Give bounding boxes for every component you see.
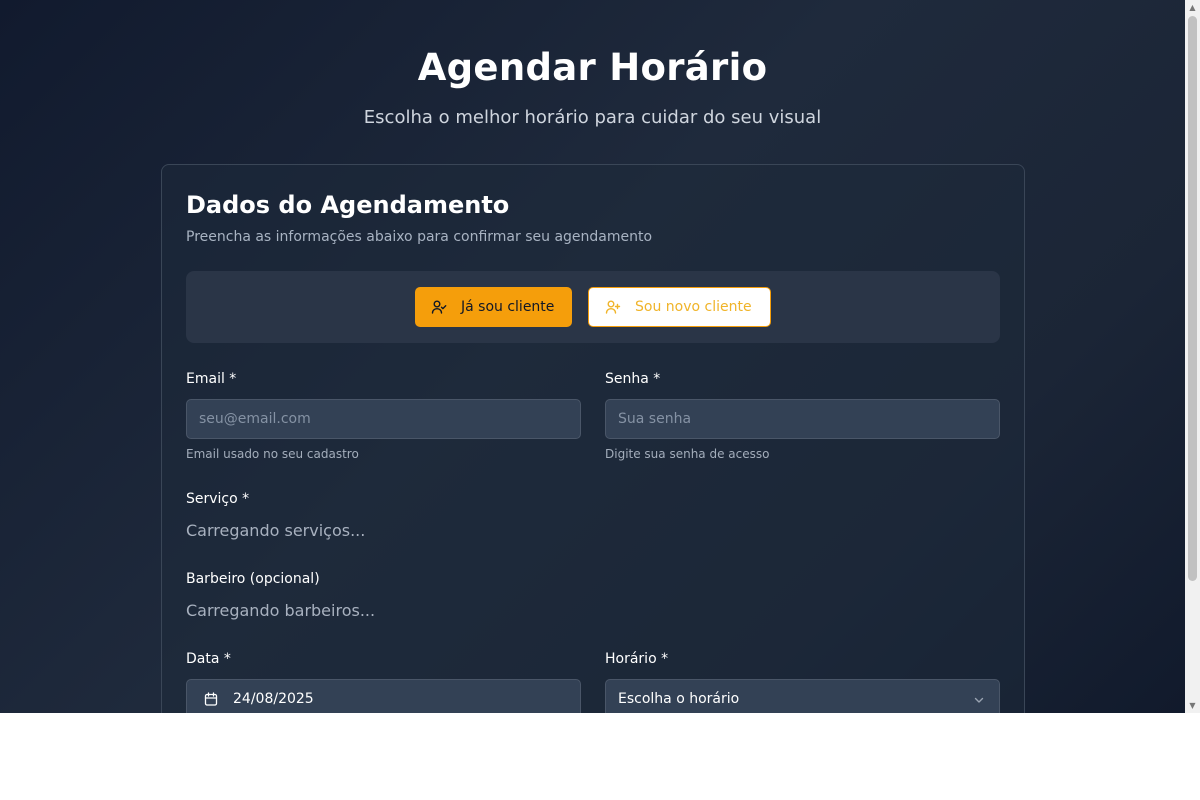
scrollbar-thumb[interactable]: [1188, 16, 1197, 581]
service-loading-text: Carregando serviços...: [186, 521, 366, 540]
time-label: Horário *: [605, 651, 669, 667]
email-label: Email *: [186, 371, 237, 387]
existing-client-label: Já sou cliente: [461, 299, 555, 315]
existing-client-button[interactable]: Já sou cliente: [415, 287, 572, 327]
card-title: Dados do Agendamento: [186, 191, 510, 219]
password-label: Senha *: [605, 371, 661, 387]
calendar-icon: [203, 691, 219, 707]
booking-card: Dados do Agendamento Preencha as informa…: [161, 164, 1025, 713]
page-subtitle: Escolha o melhor horário para cuidar do …: [363, 107, 822, 128]
service-label: Serviço *: [186, 491, 250, 507]
user-check-icon: [431, 299, 447, 315]
page-viewport: Agendar Horário Escolha o melhor horário…: [0, 0, 1185, 713]
user-plus-icon: [605, 299, 621, 315]
card-description: Preencha as informações abaixo para conf…: [186, 229, 653, 245]
scroll-up-icon[interactable]: ▲: [1185, 0, 1200, 15]
barber-label: Barbeiro (opcional): [186, 571, 320, 587]
chevron-down-icon: [971, 692, 987, 708]
time-select[interactable]: Escolha o horário: [605, 679, 1000, 713]
barber-loading-text: Carregando barbeiros...: [186, 601, 376, 620]
page-title: Agendar Horário: [417, 46, 768, 89]
new-client-label: Sou novo cliente: [635, 299, 752, 315]
time-select-value: Escolha o horário: [618, 691, 740, 707]
date-label: Data *: [186, 651, 231, 667]
date-picker[interactable]: 24/08/2025: [186, 679, 581, 713]
date-value: 24/08/2025: [233, 691, 314, 707]
new-client-button[interactable]: Sou novo cliente: [588, 287, 771, 327]
vertical-scrollbar[interactable]: ▲ ▼: [1185, 0, 1200, 713]
client-type-toggle: Já sou cliente Sou novo cliente: [186, 271, 1000, 343]
scroll-down-icon[interactable]: ▼: [1185, 698, 1200, 713]
email-field[interactable]: [186, 399, 581, 439]
email-hint: Email usado no seu cadastro: [186, 447, 359, 461]
password-field[interactable]: [605, 399, 1000, 439]
password-hint: Digite sua senha de acesso: [605, 447, 770, 461]
